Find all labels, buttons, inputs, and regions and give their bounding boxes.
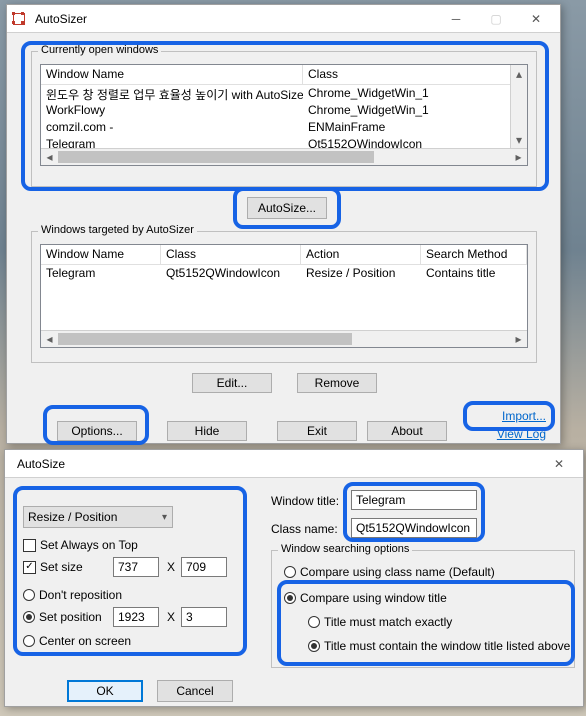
col-action[interactable]: Action bbox=[301, 245, 421, 264]
hscrollbar[interactable]: ◂▸ bbox=[41, 330, 527, 347]
list-row[interactable]: Telegram Qt5152QWindowIcon Resize / Posi… bbox=[41, 265, 527, 282]
always-on-top-checkbox[interactable]: Set Always on Top bbox=[23, 538, 138, 552]
list-row[interactable]: WorkFlowyChrome_WidgetWin_1 bbox=[41, 102, 527, 119]
hide-button[interactable]: Hide bbox=[167, 421, 247, 441]
vscrollbar[interactable]: ▴▾ bbox=[510, 65, 527, 148]
autosize-button[interactable]: AutoSize... bbox=[247, 197, 327, 219]
ok-button[interactable]: OK bbox=[67, 680, 143, 702]
about-button[interactable]: About bbox=[367, 421, 447, 441]
title-contain-radio[interactable]: Title must contain the window title list… bbox=[308, 639, 570, 653]
action-combo[interactable]: Resize / Position bbox=[23, 506, 173, 528]
size-x-label: X bbox=[167, 560, 175, 574]
edit-button[interactable]: Edit... bbox=[192, 373, 272, 393]
dialog-close-button[interactable]: ✕ bbox=[539, 452, 579, 476]
class-name-input[interactable]: Qt5152QWindowIcon bbox=[351, 518, 477, 538]
maximize-button[interactable]: ▢ bbox=[476, 7, 516, 31]
set-position-radio[interactable]: Set position bbox=[23, 610, 102, 624]
group-open-title: Currently open windows bbox=[38, 44, 161, 56]
dialog-titlebar: AutoSize ✕ bbox=[5, 450, 583, 478]
width-input[interactable]: 737 bbox=[113, 557, 159, 577]
open-windows-list[interactable]: Window Name Class 윈도우 창 정렬로 업무 효율성 높이기 w… bbox=[40, 64, 528, 166]
list-row[interactable]: comzil.com -ENMainFrame bbox=[41, 119, 527, 136]
app-icon bbox=[11, 11, 27, 27]
minimize-button[interactable]: ─ bbox=[436, 7, 476, 31]
set-size-checkbox[interactable]: ✓Set size bbox=[23, 560, 83, 574]
col-class[interactable]: Class bbox=[161, 245, 301, 264]
group-search-options: Window searching options Compare using c… bbox=[271, 550, 575, 668]
col-window-name[interactable]: Window Name bbox=[41, 65, 303, 84]
window-title-label: Window title: bbox=[271, 494, 339, 508]
close-button[interactable]: ✕ bbox=[516, 7, 556, 31]
compare-title-radio[interactable]: Compare using window title bbox=[284, 591, 447, 605]
title-exact-radio[interactable]: Title must match exactly bbox=[308, 615, 452, 629]
pos-x-label: X bbox=[167, 610, 175, 624]
dont-reposition-radio[interactable]: Don't reposition bbox=[23, 588, 122, 602]
center-screen-radio[interactable]: Center on screen bbox=[23, 634, 131, 648]
compare-class-radio[interactable]: Compare using class name (Default) bbox=[284, 565, 495, 579]
posy-input[interactable]: 3 bbox=[181, 607, 227, 627]
window-title: AutoSizer bbox=[31, 12, 436, 26]
cancel-button[interactable]: Cancel bbox=[157, 680, 233, 702]
dialog-title: AutoSize bbox=[9, 457, 539, 471]
options-button[interactable]: Options... bbox=[57, 421, 137, 441]
titlebar: AutoSizer ─ ▢ ✕ bbox=[7, 5, 560, 33]
col-class[interactable]: Class bbox=[303, 65, 527, 84]
hscrollbar[interactable]: ◂▸ bbox=[41, 148, 527, 165]
class-name-label: Class name: bbox=[271, 522, 338, 536]
group-search-title: Window searching options bbox=[278, 543, 412, 555]
remove-button[interactable]: Remove bbox=[297, 373, 377, 393]
group-targeted: Windows targeted by AutoSizer Window Nam… bbox=[31, 231, 537, 363]
autosize-dialog: AutoSize ✕ Resize / Position Set Always … bbox=[4, 449, 584, 707]
viewlog-link[interactable]: View Log bbox=[497, 427, 546, 441]
posx-input[interactable]: 1923 bbox=[113, 607, 159, 627]
window-title-input[interactable]: Telegram bbox=[351, 490, 477, 510]
col-search-method[interactable]: Search Method bbox=[421, 245, 527, 264]
targeted-list[interactable]: Window Name Class Action Search Method T… bbox=[40, 244, 528, 348]
exit-button[interactable]: Exit bbox=[277, 421, 357, 441]
group-open-windows: Currently open windows Window Name Class… bbox=[31, 51, 537, 187]
autosizer-window: AutoSizer ─ ▢ ✕ Currently open windows W… bbox=[6, 4, 561, 444]
height-input[interactable]: 709 bbox=[181, 557, 227, 577]
group-targeted-title: Windows targeted by AutoSizer bbox=[38, 224, 197, 236]
list-row[interactable]: 윈도우 창 정렬로 업무 효율성 높이기 with AutoSize...Chr… bbox=[41, 85, 527, 102]
col-window-name[interactable]: Window Name bbox=[41, 245, 161, 264]
import-link[interactable]: Import... bbox=[502, 409, 546, 423]
